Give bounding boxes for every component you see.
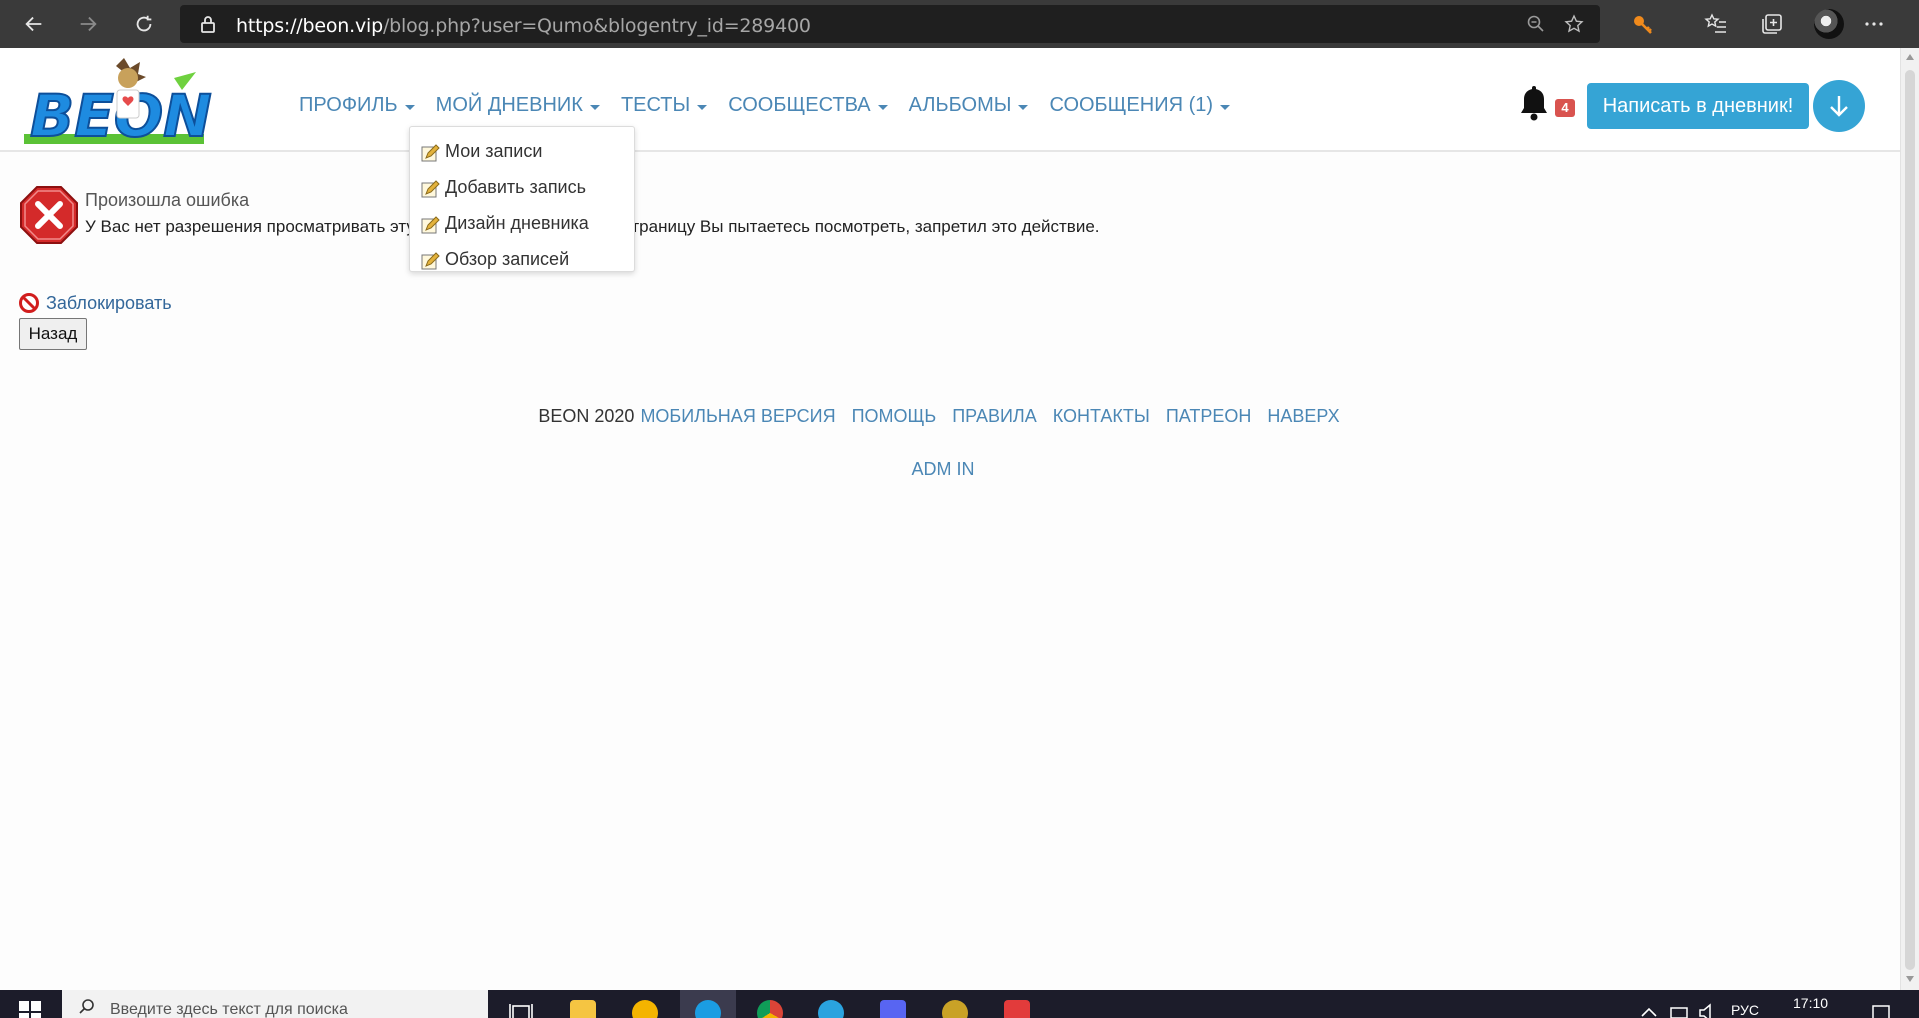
nav-label: МОЙ ДНЕВНИК bbox=[435, 94, 583, 116]
edit-note-icon bbox=[421, 144, 440, 162]
notification-count-badge: 4 bbox=[1555, 99, 1575, 117]
caret-down-icon bbox=[589, 104, 600, 110]
block-icon bbox=[19, 293, 39, 313]
dropdown-item-add-entry[interactable]: Добавить запись bbox=[410, 169, 634, 205]
write-to-diary-button[interactable]: Написать в дневник! bbox=[1587, 83, 1809, 129]
nav-albums[interactable]: АЛЬБОМЫ bbox=[909, 94, 1029, 117]
dropdown-item-label: Мои записи bbox=[445, 140, 543, 161]
dropdown-item-label: Обзор записей bbox=[445, 248, 570, 269]
nav-my-diary[interactable]: МОЙ ДНЕВНИК bbox=[436, 94, 600, 117]
notification-center-icon[interactable] bbox=[1868, 1000, 1894, 1018]
main-navigation: ПРОФИЛЬ МОЙ ДНЕВНИК ТЕСТЫ СООБЩЕСТВА АЛЬ… bbox=[299, 94, 1231, 117]
scroll-down-arrow-icon[interactable] bbox=[1906, 976, 1914, 982]
scroll-up-arrow-icon[interactable] bbox=[1906, 54, 1914, 60]
app-icon-gold[interactable] bbox=[942, 1000, 968, 1018]
footer-copyright: BEON 2020 bbox=[538, 406, 635, 426]
caret-down-icon bbox=[1018, 104, 1029, 110]
network-icon[interactable] bbox=[1666, 1000, 1692, 1018]
block-label: Заблокировать bbox=[46, 292, 172, 313]
footer-link-rules[interactable]: ПРАВИЛА bbox=[952, 406, 1037, 427]
footer-link-contacts[interactable]: КОНТАКТЫ bbox=[1053, 406, 1150, 427]
file-explorer-icon[interactable] bbox=[570, 1000, 596, 1018]
footer-admin-link[interactable]: ADM IN bbox=[0, 459, 1886, 480]
nav-tests[interactable]: ТЕСТЫ bbox=[620, 94, 708, 117]
url-text: https://beon.vip/blog.php?user=Qumo&blog… bbox=[236, 15, 811, 37]
profile-avatar[interactable] bbox=[1814, 9, 1844, 39]
error-icon bbox=[20, 186, 78, 244]
footer-link-help[interactable]: ПОМОЩЬ bbox=[852, 406, 937, 427]
edit-note-icon bbox=[421, 216, 440, 234]
caret-down-icon bbox=[1220, 104, 1231, 110]
taskbar-search-placeholder: Введите здесь текст для поиска bbox=[110, 1001, 348, 1018]
app-icon-yellow[interactable] bbox=[632, 1000, 658, 1018]
edit-note-icon bbox=[421, 180, 440, 198]
footer-links: BEON 2020 МОБИЛЬНАЯ ВЕРСИЯ ПОМОЩЬ ПРАВИЛ… bbox=[0, 406, 1886, 427]
nav-label: ПРОФИЛЬ bbox=[299, 94, 398, 116]
language-indicator[interactable]: РУС bbox=[1731, 1002, 1759, 1018]
my-diary-dropdown: Мои записи Добавить запись Дизайн дневни… bbox=[409, 126, 635, 272]
nav-profile[interactable]: ПРОФИЛЬ bbox=[299, 94, 415, 117]
dropdown-item-entries-overview[interactable]: Обзор записей bbox=[410, 241, 634, 277]
windows-taskbar: Введите здесь текст для поиска РУС 17:10 bbox=[0, 990, 1919, 1018]
search-icon bbox=[79, 999, 94, 1014]
key-extension-icon[interactable] bbox=[1631, 12, 1655, 36]
nav-messages[interactable]: СООБЩЕНИЯ (1) bbox=[1049, 94, 1231, 117]
bell-icon[interactable] bbox=[1518, 86, 1550, 122]
taskbar-clock[interactable]: 17:10 bbox=[1793, 995, 1828, 1011]
footer-link-patreon[interactable]: ПАТРЕОН bbox=[1166, 406, 1252, 427]
dropdown-item-label: Дизайн дневника bbox=[445, 212, 589, 233]
nav-label: ТЕСТЫ bbox=[620, 94, 691, 116]
volume-icon[interactable] bbox=[1696, 1000, 1722, 1018]
collections-icon[interactable] bbox=[1760, 12, 1784, 36]
reload-icon[interactable] bbox=[126, 6, 162, 42]
site-header: BEON ПРОФИЛЬ МОЙ ДНЕВНИК ТЕСТЫ СООБЩЕСТВ… bbox=[0, 48, 1900, 152]
error-title: Произошла ошибка bbox=[85, 190, 250, 210]
block-user-link[interactable]: Заблокировать bbox=[18, 292, 172, 314]
back-button[interactable]: Назад bbox=[19, 318, 87, 350]
more-menu-icon[interactable] bbox=[1862, 12, 1886, 36]
beon-logo[interactable]: BEON bbox=[24, 58, 214, 150]
url-host: beon.vip bbox=[302, 15, 384, 37]
lock-icon bbox=[201, 16, 215, 33]
footer-link-mobile[interactable]: МОБИЛЬНАЯ ВЕРСИЯ bbox=[640, 406, 835, 427]
tray-chevron-up-icon[interactable] bbox=[1636, 1000, 1662, 1018]
dropdown-item-my-entries[interactable]: Мои записи bbox=[410, 133, 634, 169]
taskbar-search[interactable]: Введите здесь текст для поиска bbox=[62, 990, 488, 1018]
favorites-list-icon[interactable] bbox=[1704, 12, 1728, 36]
dropdown-item-diary-design[interactable]: Дизайн дневника bbox=[410, 205, 634, 241]
nav-communities[interactable]: СООБЩЕСТВА bbox=[728, 94, 888, 117]
favorite-star-icon[interactable] bbox=[1564, 14, 1584, 34]
edit-note-icon bbox=[421, 252, 440, 270]
nav-label: СООБЩЕНИЯ (1) bbox=[1049, 94, 1214, 116]
forward-arrow-icon[interactable] bbox=[70, 6, 106, 42]
chrome-browser-icon[interactable] bbox=[757, 1000, 783, 1018]
caret-down-icon bbox=[877, 104, 888, 110]
caret-down-icon bbox=[404, 104, 415, 110]
scroll-down-button[interactable] bbox=[1813, 80, 1865, 132]
task-view-icon[interactable] bbox=[508, 1000, 534, 1018]
url-path: /blog.php?user=Qumo&blogentry_id=289400 bbox=[382, 15, 811, 37]
caret-down-icon bbox=[697, 104, 708, 110]
zoom-icon[interactable] bbox=[1526, 14, 1546, 34]
app-icon-red[interactable] bbox=[1004, 1000, 1030, 1018]
nav-label: АЛЬБОМЫ bbox=[908, 94, 1012, 116]
dropdown-item-label: Добавить запись bbox=[445, 176, 586, 197]
windows-start-icon[interactable] bbox=[18, 1000, 42, 1018]
address-bar[interactable]: https://beon.vip/blog.php?user=Qumo&blog… bbox=[180, 5, 1600, 43]
page-scrollbar[interactable] bbox=[1900, 48, 1919, 990]
telegram-icon[interactable] bbox=[818, 1000, 844, 1018]
browser-toolbar: https://beon.vip/blog.php?user=Qumo&blog… bbox=[0, 0, 1919, 48]
arrow-down-icon bbox=[1830, 96, 1848, 117]
nav-label: СООБЩЕСТВА bbox=[728, 94, 871, 116]
url-scheme: https:// bbox=[236, 15, 303, 37]
footer-link-top[interactable]: НАВЕРХ bbox=[1267, 406, 1339, 427]
discord-icon[interactable] bbox=[880, 1000, 906, 1018]
scrollbar-thumb[interactable] bbox=[1905, 70, 1915, 970]
back-arrow-icon[interactable] bbox=[16, 6, 52, 42]
